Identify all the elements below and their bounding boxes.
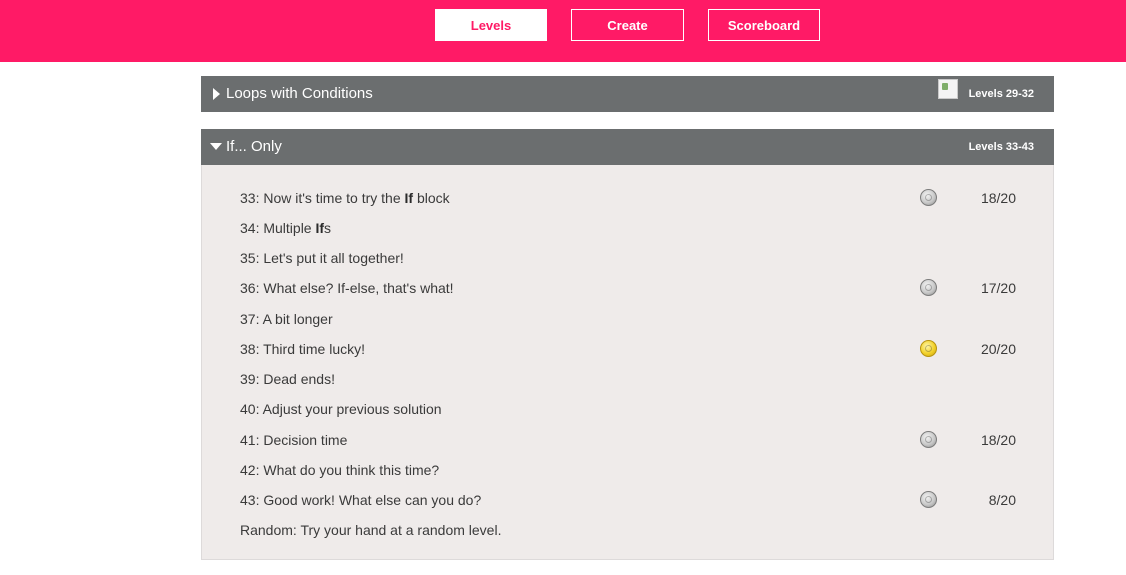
- level-name-text: 33: Now it's time to try the: [240, 190, 405, 206]
- gold-medal-icon: [920, 340, 937, 357]
- level-name[interactable]: 43: Good work! What else can you do?: [240, 490, 481, 510]
- level-score: 17/20: [980, 280, 1016, 296]
- silver-medal-icon: [920, 491, 937, 508]
- episode-levels-range: Levels 33-43: [968, 141, 1034, 153]
- level-name-text: 38: Third time lucky!: [240, 341, 366, 357]
- level-name-text: 34: Multiple: [240, 220, 316, 236]
- level-name-text: 35: Let's put it all together!: [240, 250, 404, 266]
- level-name-text: 42: What do you think this time?: [240, 462, 440, 478]
- level-name-text: s: [324, 220, 332, 236]
- episode-header-loops-with-conditions[interactable]: Loops with Conditions Levels 29-32: [201, 76, 1054, 112]
- level-row[interactable]: 36: What else? If-else, that's what! 17/2…: [240, 278, 1040, 298]
- level-name[interactable]: 33: Now it's time to try the If block: [240, 188, 450, 208]
- level-row[interactable]: 41: Decision time 18/20: [240, 430, 1040, 450]
- level-name-text: Random: Try your hand at a random level.: [240, 522, 502, 538]
- silver-medal-icon: [920, 431, 937, 448]
- level-name[interactable]: 36: What else? If-else, that's what!: [240, 278, 454, 298]
- level-name-text: 43: Good work! What else can you do?: [240, 492, 482, 508]
- level-name[interactable]: 40: Adjust your previous solution: [240, 399, 442, 419]
- episode-title: If... Only: [226, 138, 282, 155]
- level-score: 8/20: [988, 492, 1016, 508]
- level-name[interactable]: 38: Third time lucky!: [240, 339, 365, 359]
- level-name-text: 36: What else? If-else, that's what!: [240, 280, 454, 296]
- level-row[interactable]: 34: Multiple Ifs: [240, 218, 1040, 238]
- level-name-emphasis: If: [404, 190, 414, 206]
- level-name-text: 37: A bit longer: [240, 311, 333, 327]
- level-score: 18/20: [980, 432, 1016, 448]
- scoreboard-tab-button[interactable]: Scoreboard: [708, 9, 820, 41]
- level-name[interactable]: 37: A bit longer: [240, 309, 333, 329]
- level-name[interactable]: 41: Decision time: [240, 430, 347, 450]
- create-tab-button[interactable]: Create: [571, 9, 684, 41]
- level-row[interactable]: 43: Good work! What else can you do? 8/20: [240, 490, 1040, 510]
- level-name[interactable]: Random: Try your hand at a random level.: [240, 520, 501, 540]
- level-name-text: 40: Adjust your previous solution: [240, 401, 442, 417]
- episode-image-icon: [938, 79, 958, 99]
- level-row[interactable]: 33: Now it's time to try the If block 18/…: [240, 188, 1040, 208]
- expand-arrow-icon: [213, 88, 220, 100]
- level-list: 33: Now it's time to try the If block 18/…: [201, 165, 1054, 560]
- level-row[interactable]: 40: Adjust your previous solution: [240, 399, 1040, 419]
- level-name-text: 41: Decision time: [240, 432, 348, 448]
- episode-header-if-only[interactable]: If... Only Levels 33-43: [201, 129, 1054, 165]
- level-name[interactable]: 42: What do you think this time?: [240, 460, 439, 480]
- silver-medal-icon: [920, 189, 937, 206]
- level-row[interactable]: 37: A bit longer: [240, 309, 1040, 329]
- level-row[interactable]: Random: Try your hand at a random level.: [240, 520, 1040, 540]
- level-row[interactable]: 38: Third time lucky! 20/20: [240, 339, 1040, 359]
- episode-title: Loops with Conditions: [226, 85, 373, 102]
- level-name[interactable]: 35: Let's put it all together!: [240, 248, 404, 268]
- silver-medal-icon: [920, 279, 937, 296]
- level-score: 20/20: [980, 341, 1016, 357]
- level-row[interactable]: 39: Dead ends!: [240, 369, 1040, 389]
- level-name-text: block: [413, 190, 450, 206]
- levels-tab-button[interactable]: Levels: [435, 9, 547, 41]
- level-row[interactable]: 35: Let's put it all together!: [240, 248, 1040, 268]
- level-name-text: 39: Dead ends!: [240, 371, 335, 387]
- level-name[interactable]: 34: Multiple Ifs: [240, 218, 331, 238]
- level-name-emphasis: If: [315, 220, 325, 236]
- collapse-arrow-icon: [210, 143, 222, 150]
- level-row[interactable]: 42: What do you think this time?: [240, 460, 1040, 480]
- episode-levels-range: Levels 29-32: [968, 88, 1034, 100]
- top-navigation-bar: Levels Create Scoreboard: [0, 0, 1126, 62]
- level-name[interactable]: 39: Dead ends!: [240, 369, 335, 389]
- level-score: 18/20: [980, 190, 1016, 206]
